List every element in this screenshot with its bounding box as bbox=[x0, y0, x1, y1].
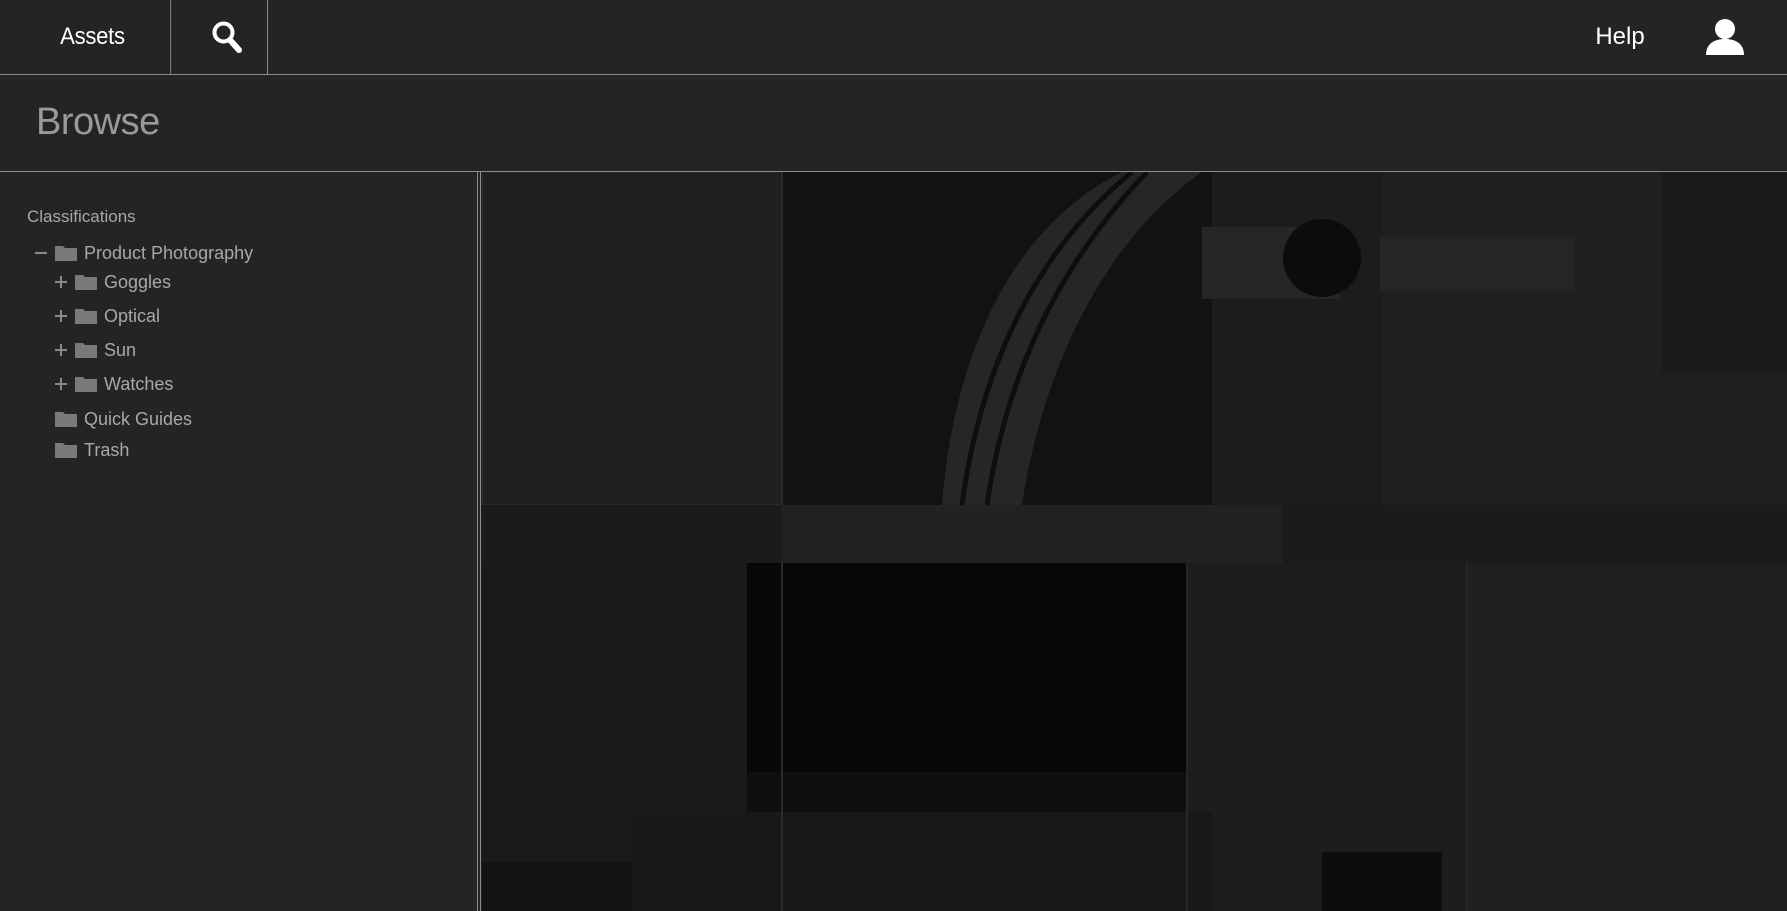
tree-item-trash[interactable]: Trash bbox=[54, 437, 129, 463]
folder-icon bbox=[55, 443, 77, 458]
sidebar-divider bbox=[480, 172, 481, 911]
tree-item-label: Quick Guides bbox=[84, 408, 193, 429]
user-account-button[interactable] bbox=[1690, 0, 1760, 74]
folder-icon bbox=[55, 246, 77, 261]
tree-item-label: Optical bbox=[104, 305, 161, 326]
expand-toggle[interactable] bbox=[52, 341, 70, 359]
folder-icon bbox=[75, 343, 97, 358]
tree-item-sun[interactable]: Sun bbox=[52, 337, 136, 363]
tree-item-product-photography[interactable]: Product Photography bbox=[32, 240, 253, 266]
plus-icon bbox=[55, 310, 67, 322]
page-header: Browse bbox=[0, 75, 1787, 172]
tree-item-watches[interactable]: Watches bbox=[52, 371, 173, 397]
page-title: Browse bbox=[36, 101, 160, 143]
tree-heading: Classifications bbox=[27, 207, 136, 226]
user-icon bbox=[1706, 19, 1744, 55]
top-navigation-bar: Assets Help bbox=[0, 0, 1787, 75]
folder-icon bbox=[75, 377, 97, 392]
expand-toggle[interactable] bbox=[52, 307, 70, 325]
expand-toggle[interactable] bbox=[52, 375, 70, 393]
minus-icon bbox=[35, 252, 47, 254]
search-icon bbox=[212, 21, 242, 53]
background-collage bbox=[482, 172, 1787, 911]
tree-item-label: Watches bbox=[104, 373, 174, 394]
assets-nav-link[interactable]: Assets bbox=[0, 0, 172, 74]
expand-toggle[interactable] bbox=[52, 273, 70, 291]
tree-item-label: Trash bbox=[84, 439, 130, 460]
tree-item-label: Goggles bbox=[104, 271, 172, 292]
help-link[interactable]: Help bbox=[1560, 0, 1680, 74]
folder-icon bbox=[75, 275, 97, 290]
plus-icon bbox=[55, 276, 67, 288]
plus-icon bbox=[55, 378, 67, 390]
tree-item-goggles[interactable]: Goggles bbox=[52, 269, 171, 295]
assets-nav-label: Assets bbox=[60, 23, 125, 50]
search-button[interactable] bbox=[186, 0, 268, 74]
background-image bbox=[482, 172, 1787, 911]
tree-item-optical[interactable]: Optical bbox=[52, 303, 160, 329]
tree-item-quick-guides[interactable]: Quick Guides bbox=[54, 406, 192, 432]
tree-item-label: Sun bbox=[104, 339, 137, 360]
plus-icon bbox=[55, 344, 67, 356]
folder-icon bbox=[75, 309, 97, 324]
collapse-toggle[interactable] bbox=[32, 244, 50, 262]
tree-item-label: Product Photography bbox=[84, 242, 254, 263]
help-label: Help bbox=[1595, 23, 1645, 50]
folder-icon bbox=[55, 412, 77, 427]
